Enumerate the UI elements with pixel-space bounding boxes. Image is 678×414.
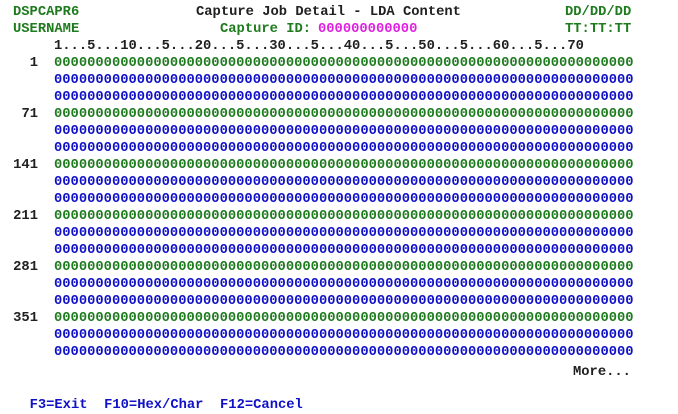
row-offset: 211 — [13, 209, 38, 224]
row-offset: 1 — [29, 56, 38, 71]
f12-cancel-key[interactable]: F12=Cancel — [220, 398, 303, 413]
lda-data-line: 0000000000000000000000000000000000000000… — [54, 345, 634, 360]
lda-data-line: 0000000000000000000000000000000000000000… — [54, 277, 634, 292]
date-field: DD/DD/DD — [565, 5, 632, 20]
lda-data-line: 0000000000000000000000000000000000000000… — [54, 260, 634, 275]
f3-exit-key[interactable]: F3=Exit — [30, 398, 88, 413]
lda-data-line: 0000000000000000000000000000000000000000… — [54, 328, 634, 343]
lda-data-line: 0000000000000000000000000000000000000000… — [54, 192, 634, 207]
lda-data-line: 0000000000000000000000000000000000000000… — [54, 175, 634, 190]
lda-data-line: 0000000000000000000000000000000000000000… — [54, 226, 634, 241]
lda-data-line: 0000000000000000000000000000000000000000… — [54, 56, 634, 71]
f10-hex-char-key[interactable]: F10=Hex/Char — [104, 398, 203, 413]
row-offset: 351 — [13, 311, 38, 326]
capture-id-label: Capture ID: — [220, 22, 312, 37]
function-key-bar: F3=Exit F10=Hex/Char F12=Cancel — [13, 380, 303, 414]
column-ruler: 1...5...10...5...20...5...30...5...40...… — [54, 39, 584, 54]
screen-title: Capture Job Detail - LDA Content — [196, 5, 461, 20]
row-offset: 281 — [13, 260, 38, 275]
program-id: DSPCAPR6 — [13, 5, 80, 20]
row-offset: 71 — [21, 107, 38, 122]
lda-data-line: 0000000000000000000000000000000000000000… — [54, 243, 634, 258]
lda-data-line: 0000000000000000000000000000000000000000… — [54, 294, 634, 309]
capture-id-value: 000000000000 — [318, 22, 418, 37]
lda-data-line: 0000000000000000000000000000000000000000… — [54, 141, 634, 156]
lda-data-line: 0000000000000000000000000000000000000000… — [54, 124, 634, 139]
user-field: USERNAME — [13, 22, 80, 37]
lda-data-line: 0000000000000000000000000000000000000000… — [54, 209, 634, 224]
lda-data-line: 0000000000000000000000000000000000000000… — [54, 90, 634, 105]
lda-data-line: 0000000000000000000000000000000000000000… — [54, 311, 634, 326]
lda-data-line: 0000000000000000000000000000000000000000… — [54, 158, 634, 173]
time-field: TT:TT:TT — [565, 22, 632, 37]
lda-data-line: 0000000000000000000000000000000000000000… — [54, 73, 634, 88]
more-indicator: More... — [573, 365, 631, 380]
lda-data-line: 0000000000000000000000000000000000000000… — [54, 107, 634, 122]
row-offset: 141 — [13, 158, 38, 173]
